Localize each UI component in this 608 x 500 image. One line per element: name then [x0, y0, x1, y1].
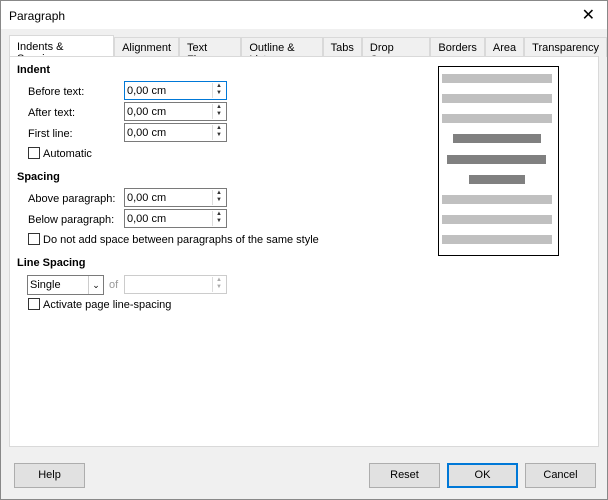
line-spacing-heading: Line Spacing — [17, 257, 86, 269]
preview-line — [469, 175, 525, 184]
spin-arrows-icon[interactable]: ▲ ▼ — [212, 125, 225, 140]
spin-arrows-icon[interactable]: ▲ ▼ — [212, 211, 225, 226]
after-text-input[interactable] — [125, 103, 209, 120]
preview-line — [453, 134, 541, 143]
tab-outline-list[interactable]: Outline & List — [241, 37, 323, 66]
page-line-spacing-checkbox[interactable] — [28, 298, 40, 310]
spin-arrows-icon[interactable]: ▲ ▼ — [212, 83, 225, 98]
preview-line — [442, 235, 552, 244]
tab-bar: Indents & Spacing Alignment Text Flow Ou… — [9, 35, 607, 66]
spin-arrows-icon: ▲ ▼ — [212, 277, 225, 292]
line-spacing-value-input — [125, 276, 209, 293]
preview-line — [442, 74, 552, 83]
chevron-down-icon[interactable]: ⌄ — [88, 276, 103, 294]
automatic-checkbox[interactable] — [28, 147, 40, 159]
before-text-spinner[interactable]: ▲▼ — [124, 81, 227, 100]
tab-text-flow[interactable]: Text Flow — [179, 37, 242, 66]
line-spacing-value: Single — [30, 279, 61, 291]
page-line-spacing-label: Activate page line-spacing — [43, 299, 172, 311]
below-paragraph-label: Below paragraph: — [28, 214, 115, 226]
preview-line — [447, 155, 546, 164]
before-text-label: Before text: — [28, 86, 85, 98]
of-label: of — [109, 279, 119, 291]
cancel-button[interactable]: Cancel — [525, 463, 596, 488]
tab-panel: Indent Before text: ▲▼ After text: ▲▼ Fi… — [9, 56, 599, 447]
preview-line — [442, 195, 552, 204]
spin-arrows-icon[interactable]: ▲ ▼ — [212, 190, 225, 205]
above-paragraph-input[interactable] — [125, 189, 209, 206]
window-title: Paragraph — [9, 9, 66, 23]
no-space-label: Do not add space between paragraphs of t… — [43, 234, 319, 246]
tab-drop-caps[interactable]: Drop Caps — [361, 37, 431, 66]
above-paragraph-label: Above paragraph: — [28, 193, 116, 205]
tab-borders[interactable]: Borders — [430, 37, 485, 57]
line-spacing-value-spinner: ▲ ▼ — [124, 275, 227, 294]
paragraph-preview — [438, 66, 559, 256]
tab-tabs[interactable]: Tabs — [322, 37, 362, 57]
below-paragraph-input[interactable] — [125, 210, 209, 227]
tab-indents-spacing[interactable]: Indents & Spacing — [9, 35, 115, 65]
preview-line — [442, 215, 552, 224]
ok-button[interactable]: OK — [447, 463, 518, 488]
title-bar: Paragraph ✕ — [1, 1, 607, 29]
help-button[interactable]: Help — [14, 463, 85, 488]
no-space-checkbox[interactable] — [28, 233, 40, 245]
after-text-spinner[interactable]: ▲▼ — [124, 102, 227, 121]
paragraph-dialog: Paragraph ✕ Indents & Spacing Alignment … — [0, 0, 608, 500]
before-text-input[interactable] — [125, 82, 209, 99]
first-line-label: First line: — [28, 128, 73, 140]
above-paragraph-spinner[interactable]: ▲▼ — [124, 188, 227, 207]
close-icon[interactable]: ✕ — [582, 5, 595, 25]
indent-heading: Indent — [17, 64, 50, 76]
first-line-spinner[interactable]: ▲▼ — [124, 123, 227, 142]
reset-button[interactable]: Reset — [369, 463, 440, 488]
after-text-label: After text: — [28, 107, 76, 119]
preview-line — [442, 114, 552, 123]
first-line-input[interactable] — [125, 124, 209, 141]
line-spacing-select[interactable]: Single ⌄ — [27, 275, 104, 295]
automatic-label: Automatic — [43, 148, 92, 160]
preview-line — [442, 94, 552, 103]
spin-arrows-icon[interactable]: ▲ ▼ — [212, 104, 225, 119]
tab-area[interactable]: Area — [484, 37, 525, 57]
tab-alignment[interactable]: Alignment — [114, 37, 180, 57]
below-paragraph-spinner[interactable]: ▲▼ — [124, 209, 227, 228]
tab-transparency[interactable]: Transparency — [524, 37, 607, 57]
spacing-heading: Spacing — [17, 171, 60, 183]
